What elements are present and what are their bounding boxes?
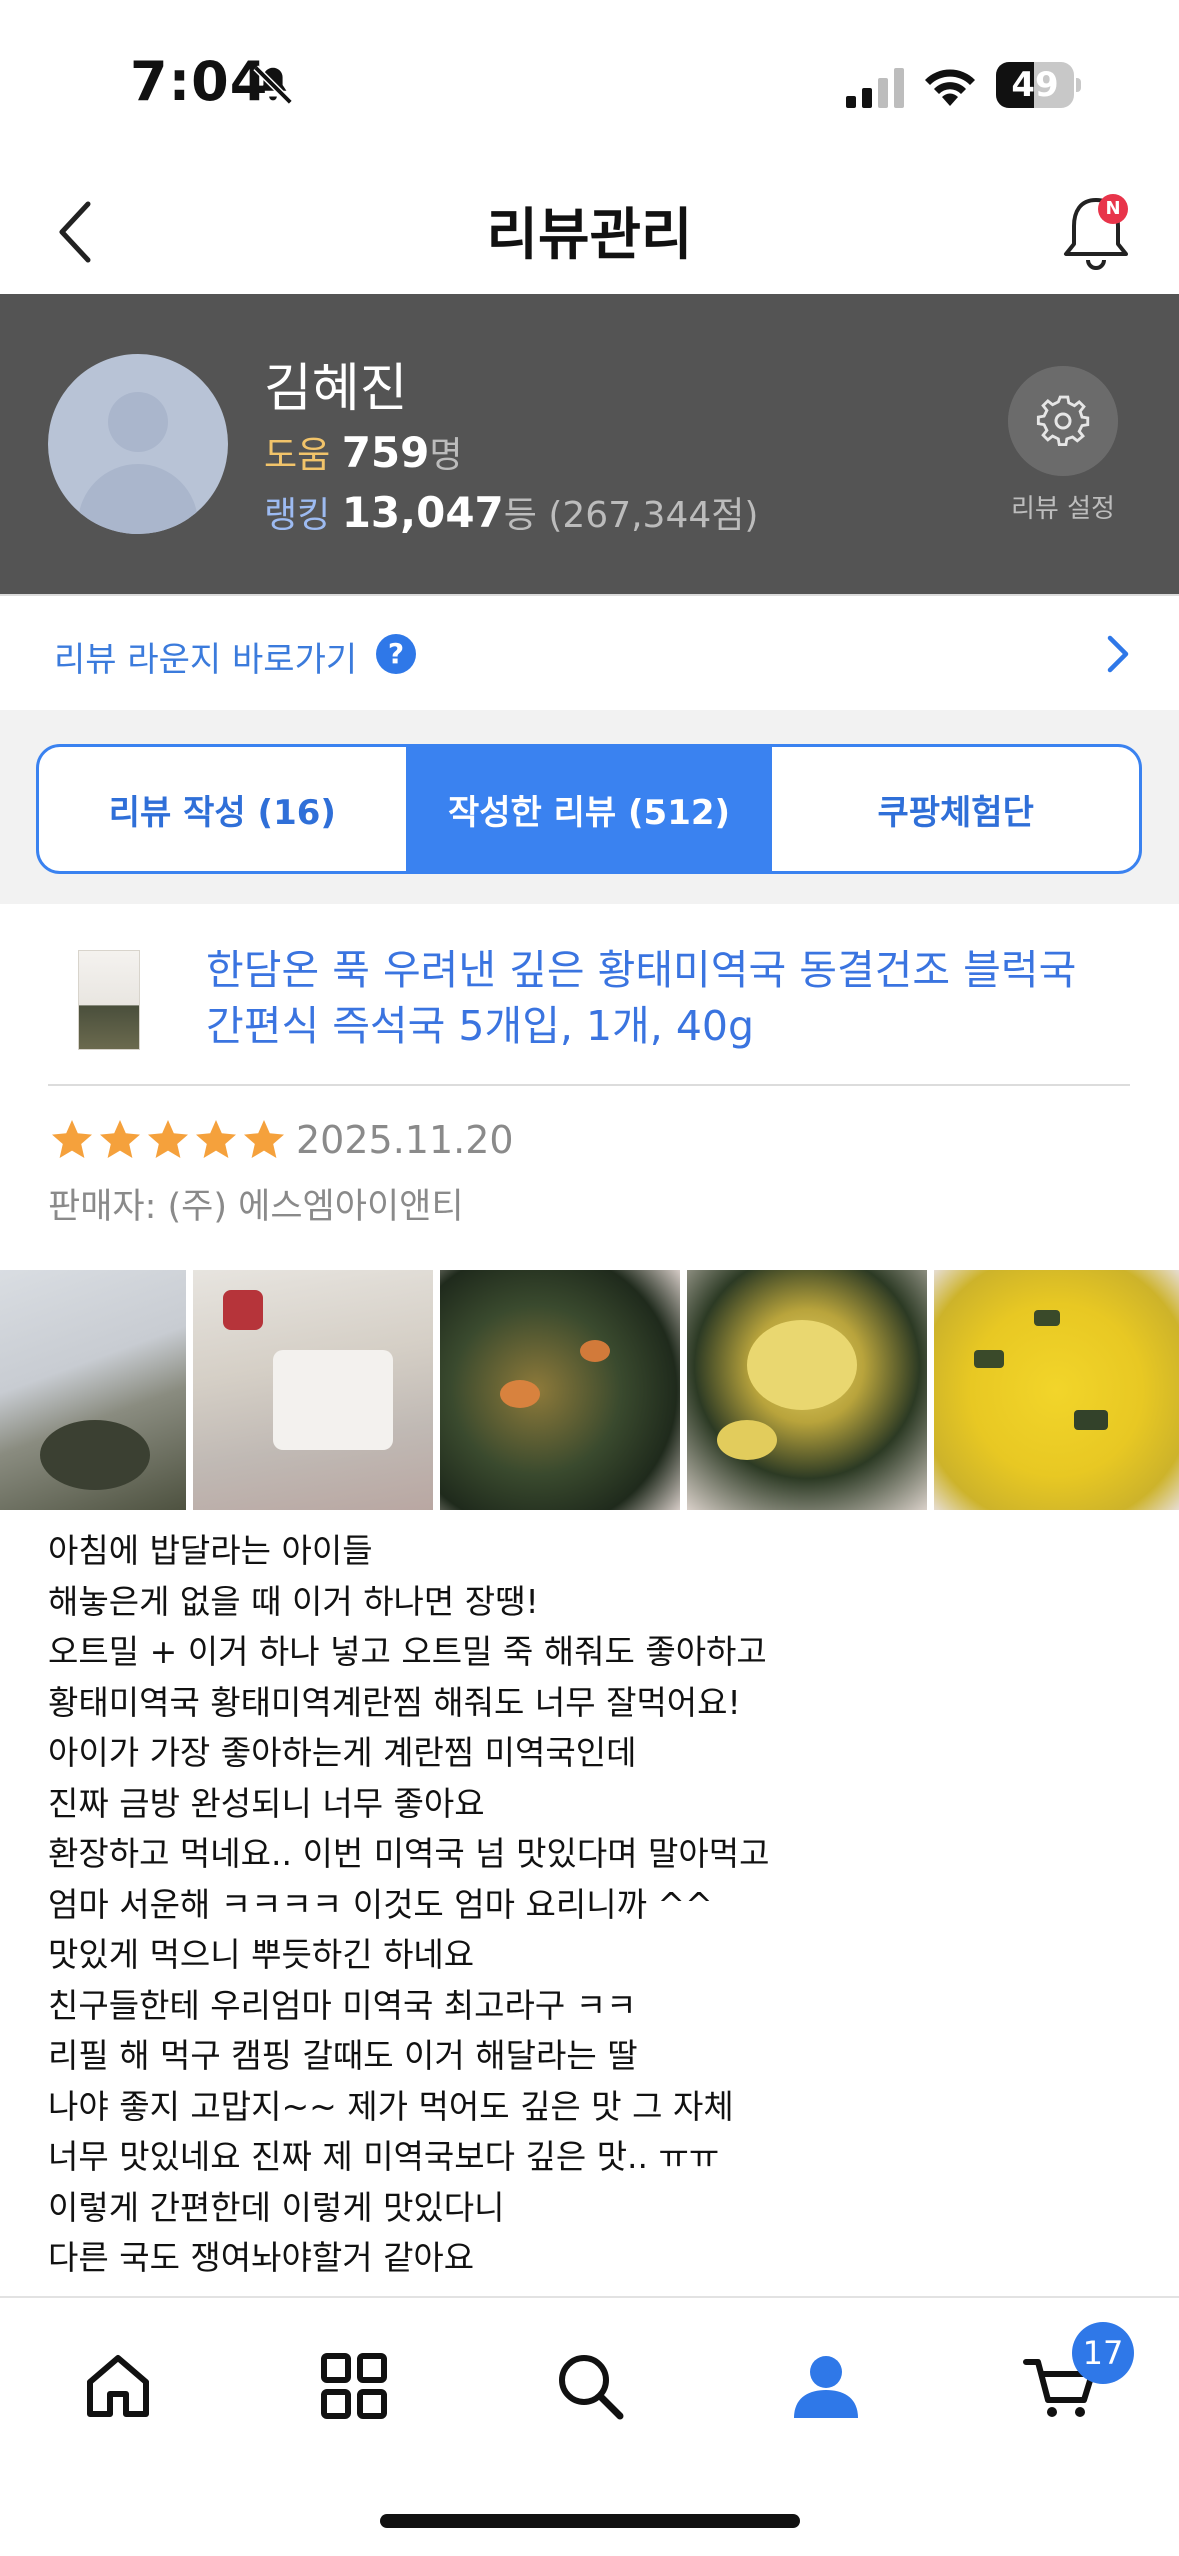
avatar [48,354,228,534]
battery-level: 49 [1011,65,1059,105]
review-photo[interactable] [193,1270,433,1510]
review-date: 2025.11.20 [296,1118,514,1162]
home-indicator [380,2514,800,2528]
help-unit: 명 [429,435,463,476]
review-line: 다른 국도 쟁여놔야할거 같아요 [48,2238,475,2277]
product-title[interactable]: 한담온 푹 우려낸 깊은 황태미역국 동결건조 블럭국 간편식 즉석국 5개입,… [206,942,1126,1054]
header: 리뷰관리 N [0,170,1179,294]
review-lounge-label[interactable]: 리뷰 라운지 바로가기 [54,632,357,681]
star-icon [244,1120,284,1158]
battery-icon: 49 [996,62,1081,108]
page-title: 리뷰관리 [486,203,693,268]
review-line: 리필 해 먹구 캠핑 갈때도 이거 해달라는 딸 [48,2036,638,2075]
cart-badge: 17 [1072,2322,1134,2384]
user-name: 김혜진 [264,359,408,419]
help-count: 759 [341,428,430,477]
review-photo[interactable] [440,1270,680,1510]
divider [48,1084,1130,1086]
review-line: 오트밀 + 이거 하나 넣고 오트밀 죽 해줘도 좋아하고 [48,1632,767,1671]
review-lounge-link[interactable]: 리뷰 라운지 바로가기 ? [0,594,1179,710]
review-line: 친구들한테 우리엄마 미역국 최고라구 ㅋㅋ [48,1985,637,2025]
review-line: 아침에 밥달라는 아이들 [48,1531,373,1570]
wifi-icon [925,69,975,106]
review-line: 해놓은게 없을 때 이거 하나면 장땡! [48,1581,539,1621]
help-count-line: 도움 759명 [264,426,463,478]
rank-unit: 등 [503,495,537,536]
my-profile-icon[interactable] [788,2348,864,2424]
bell-mute-icon [253,65,293,105]
home-icon[interactable] [80,2348,156,2424]
review-line: 너무 맛있네요 진짜 제 미역국보다 깊은 맛.. ㅠㅠ [48,2137,720,2176]
review-photo[interactable] [934,1270,1179,1510]
review-photos [0,1270,1179,1510]
chevron-right-icon[interactable] [1096,632,1140,676]
review-line: 진짜 금방 완성되니 너무 좋아요 [48,1783,485,1823]
star-icon [100,1120,140,1158]
star-rating [48,1116,288,1164]
status-bar: 7:04 49 [0,0,1179,170]
rank-value: 13,047 [341,488,504,537]
seller-name: 판매자: (주) 에스엠아이앤티 [48,1187,464,1227]
help-label: 도움 [264,435,331,476]
review-photo[interactable] [687,1270,927,1510]
product-row[interactable]: 한담온 푹 우려낸 깊은 황태미역국 동결건조 블럭국 간편식 즉석국 5개입,… [0,904,1179,1084]
star-icon [196,1120,236,1158]
rank-line: 랭킹 13,047등 (267,344점) [264,486,758,538]
review-photo[interactable] [0,1270,186,1510]
tab-coupang-trial[interactable]: 쿠팡체험단 [772,747,1139,871]
review-text: 아침에 밥달라는 아이들 해놓은게 없을 때 이거 하나면 장땡! 오트밀 + … [48,1526,1138,2296]
settings-gear-icon[interactable] [1008,366,1118,476]
review-line: 환장하고 먹네요.. 이번 미역국 넘 맛있다며 말아먹고 [48,1834,770,1873]
settings-label[interactable]: 리뷰 설정 [980,488,1146,525]
review-tabs: 리뷰 작성 (16) 작성한 리뷰 (512) 쿠팡체험단 [36,744,1142,874]
review-line: 맛있게 먹으니 뿌듯하긴 하네요 [48,1935,475,1974]
review-line: 나야 좋지 고맙지~~ 제가 먹어도 깊은 맛 그 자체 [48,2086,734,2126]
tab-written-reviews[interactable]: 작성한 리뷰 (512) [405,747,773,871]
rank-points: (267,344점) [548,495,759,536]
status-time: 7:04 [130,50,269,113]
star-icon [52,1120,92,1158]
product-thumbnail[interactable] [78,950,140,1050]
review-line: 이렇게 간편한데 이렇게 맛있다니 [48,2187,505,2227]
help-question-icon[interactable]: ? [376,634,416,674]
tab-write-review[interactable]: 리뷰 작성 (16) [39,747,406,871]
notification-badge: N [1098,194,1128,224]
review-line: 황태미역국 황태미역계란찜 해줘도 너무 잘먹어요! [48,1682,741,1722]
star-icon [148,1120,188,1158]
profile-card: 김혜진 도움 759명 랭킹 13,047등 (267,344점) 리뷰 설정 [0,294,1179,594]
category-grid-icon[interactable] [316,2348,392,2424]
rank-label: 랭킹 [264,495,331,536]
review-line: 아이가 가장 좋아하는게 계란찜 미역국인데 [48,1733,637,1772]
review-line: 엄마 서운해 ㅋㅋㅋㅋ 이것도 엄마 요리니까 ^^ [48,1884,713,1924]
search-icon[interactable] [552,2348,628,2424]
cellular-signal-icon [846,68,904,108]
